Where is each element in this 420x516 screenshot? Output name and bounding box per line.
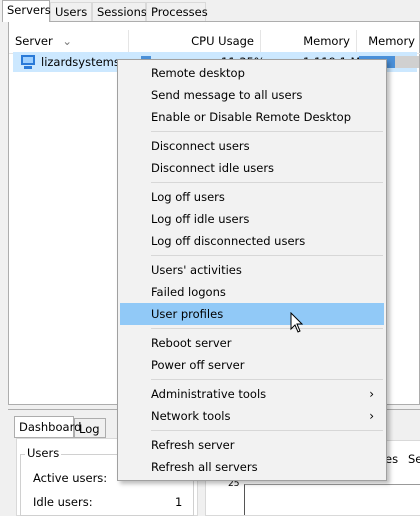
right-tab-partial-2[interactable]: Se	[408, 452, 420, 466]
tab-sessions[interactable]: Sessions	[92, 2, 147, 21]
menu-item-power-off-server[interactable]: Power off server	[120, 354, 384, 376]
idle-users-value: 1	[175, 495, 183, 509]
menu-separator	[151, 255, 383, 256]
chart-area	[244, 484, 420, 515]
column-header-server-label: Server	[15, 34, 53, 48]
column-header-server[interactable]: Server ⌄	[9, 30, 129, 52]
menu-item-remote-desktop[interactable]: Remote desktop	[120, 62, 384, 84]
menu-item-disconnect-idle-users[interactable]: Disconnect idle users	[120, 157, 384, 179]
menu-item-refresh-all-servers[interactable]: Refresh all servers	[120, 456, 384, 478]
tab-users[interactable]: Users	[50, 2, 92, 21]
server-monitor-icon	[21, 55, 35, 65]
idle-users-label: Idle users:	[33, 495, 93, 509]
menu-item-user-profiles[interactable]: User profiles	[120, 303, 384, 325]
submenu-arrow-icon: ›	[369, 409, 374, 423]
submenu-arrow-icon: ›	[369, 387, 374, 401]
menu-item-failed-logons[interactable]: Failed logons	[120, 281, 384, 303]
menu-item-reboot-server[interactable]: Reboot server	[120, 332, 384, 354]
tab-servers[interactable]: Servers	[2, 0, 51, 22]
column-header-memory[interactable]: Memory	[357, 30, 420, 52]
menu-item-send-message[interactable]: Send message to all users	[120, 84, 384, 106]
menu-item-disconnect-users[interactable]: Disconnect users	[120, 135, 384, 157]
menu-item-administrative-tools[interactable]: Administrative tools ›	[120, 383, 384, 405]
menu-item-refresh-server[interactable]: Refresh server	[120, 434, 384, 456]
server-name: lizardsystems	[41, 55, 120, 69]
column-header-memory-usage[interactable]: Memory Usage	[261, 30, 357, 70]
menu-item-log-off-idle-users[interactable]: Log off idle users	[120, 208, 384, 230]
tab-dashboard[interactable]: Dashboard	[14, 416, 81, 438]
menu-item-log-off-users[interactable]: Log off users	[120, 186, 384, 208]
column-header-cpu[interactable]: CPU Usage	[129, 30, 261, 52]
menu-separator	[151, 379, 383, 380]
menu-separator	[151, 182, 383, 183]
menu-item-enable-disable-rdp[interactable]: Enable or Disable Remote Desktop	[120, 106, 384, 128]
menu-item-users-activities[interactable]: Users' activities	[120, 259, 384, 281]
menu-separator	[151, 131, 383, 132]
menu-separator	[151, 430, 383, 431]
menu-item-network-tools[interactable]: Network tools ›	[120, 405, 384, 427]
sort-chevron-icon: ⌄	[62, 34, 73, 48]
active-users-label: Active users:	[33, 471, 108, 485]
menu-item-network-tools-label: Network tools	[151, 409, 231, 423]
menu-item-administrative-tools-label: Administrative tools	[151, 387, 267, 401]
tab-processes[interactable]: Processes	[146, 2, 208, 21]
mouse-cursor-icon	[290, 312, 304, 333]
context-menu: Remote desktop Send message to all users…	[117, 59, 387, 481]
menu-item-log-off-disconnected-users[interactable]: Log off disconnected users	[120, 230, 384, 252]
top-tab-strip: Servers Users Sessions Processes	[0, 0, 420, 22]
menu-separator	[151, 328, 383, 329]
server-monitor-stand	[24, 66, 32, 69]
users-group-title: Users	[25, 446, 62, 460]
memory-bar-empty	[395, 56, 419, 68]
